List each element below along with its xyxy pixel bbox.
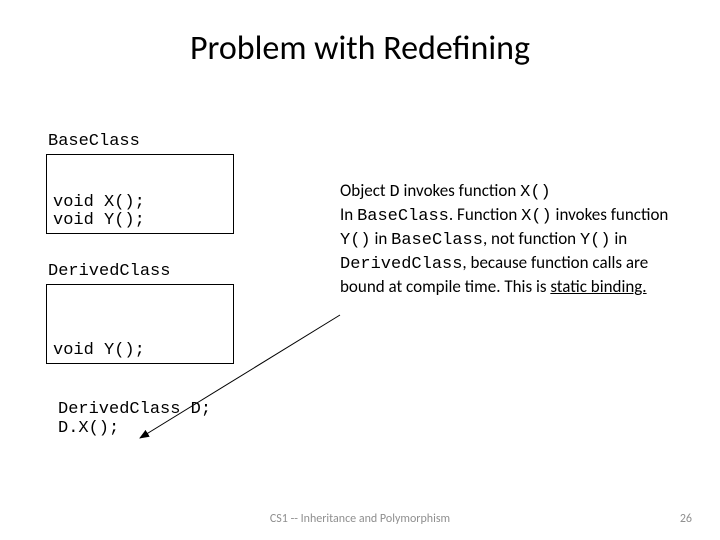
t: X() <box>521 207 552 226</box>
t: D <box>389 183 399 202</box>
t: invokes function <box>552 204 669 225</box>
t: . Function <box>449 204 521 225</box>
base-class-box: void X(); void Y(); <box>46 154 234 234</box>
t: BaseClass <box>391 231 483 250</box>
t: in <box>371 228 392 249</box>
t: BaseClass <box>357 207 449 226</box>
t: Y() <box>340 231 371 250</box>
explanation-text: Object D invokes function X() In BaseCla… <box>340 180 680 298</box>
static-binding-term: static binding. <box>550 276 646 297</box>
derived-class-box: void Y(); <box>46 284 234 364</box>
footer-text: CS1 -- Inheritance and Polymorphism <box>0 512 720 526</box>
slide-title: Problem with Redefining <box>0 28 720 69</box>
t: X() <box>520 183 551 202</box>
t: In <box>340 204 357 225</box>
base-class-label: BaseClass <box>48 132 140 151</box>
t: Y() <box>580 231 611 250</box>
derived-method-y: void Y(); <box>53 341 145 360</box>
slide: Problem with Redefining BaseClass void X… <box>0 0 720 540</box>
page-number: 26 <box>680 512 692 526</box>
t: invokes function <box>400 180 520 201</box>
t: , not function <box>483 228 580 249</box>
derived-class-label: DerivedClass <box>48 262 170 281</box>
declaration-line2: D.X(); <box>58 419 211 438</box>
declaration-block: DerivedClass D; D.X(); <box>58 400 211 438</box>
declaration-line1: DerivedClass D; <box>58 400 211 419</box>
base-method-x: void X(); <box>53 193 145 212</box>
t: Object <box>340 180 389 201</box>
t: in <box>611 228 628 249</box>
base-method-y: void Y(); <box>53 211 145 230</box>
t: DerivedClass <box>340 255 462 274</box>
